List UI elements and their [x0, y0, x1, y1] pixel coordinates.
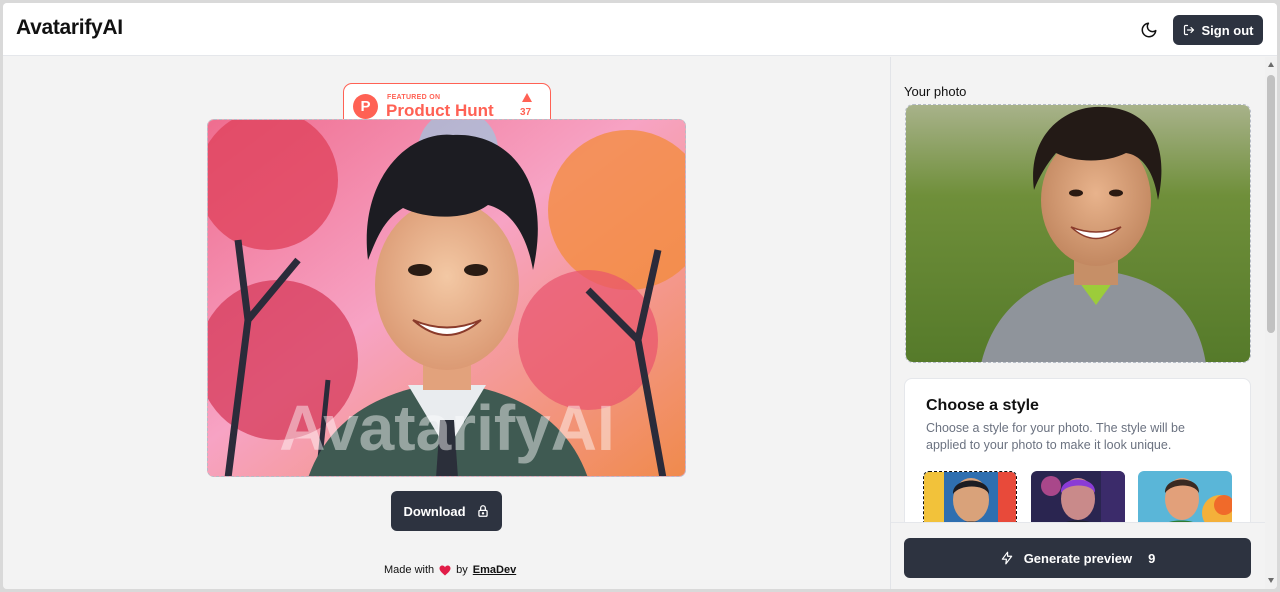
lock-icon: [477, 505, 488, 517]
watermark-text: AvatarifyAI: [279, 392, 615, 464]
brand-logo[interactable]: AvatarifyAI: [16, 16, 123, 40]
style-section-description: Choose a style for your photo. The style…: [926, 421, 1185, 452]
scroll-thumb[interactable]: [1267, 75, 1275, 333]
heart-icon: [439, 565, 451, 575]
featured-on-label: FEATURED ON: [387, 94, 441, 101]
author-link[interactable]: EmaDev: [473, 564, 516, 576]
by-label: by: [456, 564, 468, 576]
generate-label: Generate preview: [1023, 550, 1133, 566]
your-photo-label: Your photo: [904, 84, 967, 99]
style-section-title: Choose a style: [926, 397, 1039, 414]
app-window: AvatarifyAI Sign out P FEATURED ON Produ…: [3, 3, 1277, 589]
top-navbar: AvatarifyAI Sign out: [3, 3, 1277, 56]
credits-count: 9: [1148, 550, 1156, 566]
sign-out-icon: [1183, 24, 1194, 36]
footer-credit: Made with by EmaDev: [384, 564, 516, 576]
moon-icon[interactable]: [1138, 19, 1160, 41]
settings-panel: Your photo Choose a style Choose a style…: [890, 57, 1266, 589]
generate-bar: Generate preview 9: [891, 522, 1266, 589]
download-label: Download: [403, 503, 466, 519]
scroll-up-arrow-icon[interactable]: [1268, 62, 1274, 67]
result-area: P FEATURED ON Product Hunt 37 AvatarifyA…: [3, 57, 890, 589]
product-hunt-name: Product Hunt: [386, 101, 494, 120]
made-with-label: Made with: [384, 564, 435, 576]
download-button[interactable]: Download: [391, 491, 502, 531]
lightning-icon: [1001, 551, 1012, 565]
upvote-count: 37: [520, 107, 532, 118]
uploaded-photo[interactable]: [905, 104, 1251, 363]
sign-out-label: Sign out: [1201, 22, 1254, 38]
panel-scrollbar[interactable]: [1265, 57, 1277, 589]
upvote-arrow-icon: [522, 93, 532, 102]
generated-avatar-image: AvatarifyAI: [207, 119, 686, 477]
product-hunt-logo: P: [353, 94, 378, 119]
scroll-down-arrow-icon[interactable]: [1268, 578, 1274, 583]
generate-preview-button[interactable]: Generate preview 9: [904, 538, 1251, 578]
sign-out-button[interactable]: Sign out: [1173, 15, 1263, 45]
